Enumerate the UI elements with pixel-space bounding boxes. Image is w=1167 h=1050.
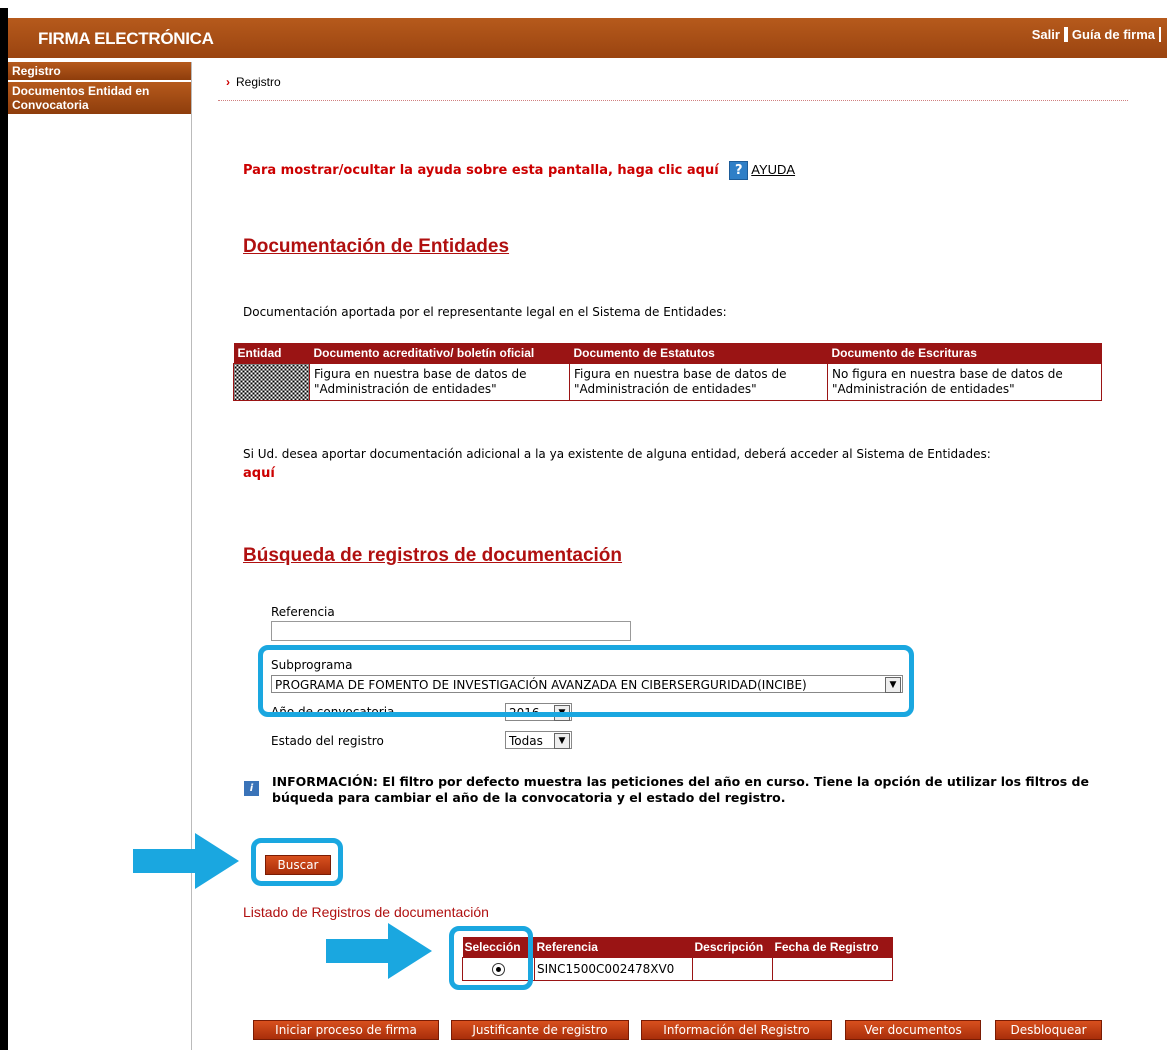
informacion-registro-button[interactable]: Información del Registro	[641, 1020, 832, 1040]
info-text: INFORMACIÓN: El filtro por defecto muest…	[272, 774, 1089, 805]
breadcrumb: › Registro	[226, 75, 281, 89]
signing-guide-link[interactable]: Guía de firma	[1065, 27, 1161, 42]
estado-label: Estado del registro	[271, 734, 384, 748]
descripcion-cell	[692, 957, 773, 981]
col-referencia: Referencia	[534, 937, 693, 958]
entities-title: Documentación de Entidades	[243, 236, 510, 257]
arrow-right-icon	[326, 923, 432, 979]
highlight-selection	[449, 926, 533, 990]
entities-table: Entidad Documento acreditativo/ boletín …	[233, 343, 1102, 401]
top-margin	[0, 0, 1167, 8]
referencia-cell: SINC1500C002478XV0	[534, 957, 693, 981]
additional-docs-text: Si Ud. desea aportar documentación adici…	[243, 447, 991, 461]
breadcrumb-item[interactable]: Registro	[236, 75, 281, 89]
estado-select[interactable]: Todas ▼	[505, 731, 572, 749]
sidebar: Registro Documentos Entidad en Convocato…	[8, 62, 192, 1050]
estado-value: Todas	[509, 734, 543, 748]
divider	[218, 100, 1128, 101]
table-cell: Figura en nuestra base de datos de "Admi…	[309, 363, 570, 401]
ver-documentos-button[interactable]: Ver documentos	[845, 1020, 981, 1040]
sidebar-item-registro[interactable]: Registro	[8, 62, 191, 80]
aqui-link[interactable]: aquí	[243, 466, 275, 481]
fecha-cell	[772, 957, 893, 981]
app-title: FIRMA ELECTRÓNICA	[38, 29, 214, 48]
entities-intro: Documentación aportada por el representa…	[243, 305, 727, 319]
justificante-button[interactable]: Justificante de registro	[451, 1020, 629, 1040]
sidebar-item-documentos[interactable]: Documentos Entidad en Convocatoria	[8, 82, 191, 114]
arrow-right-icon	[133, 833, 239, 889]
search-title: Búsqueda de registros de documentación	[243, 545, 623, 566]
referencia-input[interactable]	[271, 621, 631, 641]
col-fecha: Fecha de Registro	[772, 937, 893, 958]
col-doc-estatutos: Documento de Estatutos	[569, 343, 828, 364]
table-row: Figura en nuestra base de datos de "Admi…	[233, 363, 1102, 401]
help-link[interactable]: AYUDA	[751, 162, 795, 177]
left-border	[0, 8, 8, 1050]
table-cell: No figura en nuestra base de datos de "A…	[827, 363, 1102, 401]
chevron-right-icon: ›	[226, 75, 230, 89]
header-links: Salir Guía de firma	[1027, 27, 1161, 42]
col-descripcion: Descripción	[692, 937, 773, 958]
logout-link[interactable]: Salir	[1027, 27, 1066, 42]
help-toggle: Para mostrar/ocultar la ayuda sobre esta…	[243, 161, 795, 180]
referencia-label: Referencia	[271, 605, 335, 619]
app-header: FIRMA ELECTRÓNICA Salir Guía de firma	[8, 18, 1167, 58]
results-title: Listado de Registros de documentación	[243, 904, 489, 920]
highlight-subprograma	[258, 645, 914, 717]
col-doc-escrituras: Documento de Escrituras	[827, 343, 1102, 364]
entity-image	[233, 363, 310, 401]
table-cell: Figura en nuestra base de datos de "Admi…	[569, 363, 828, 401]
help-text[interactable]: Para mostrar/ocultar la ayuda sobre esta…	[243, 163, 719, 178]
desbloquear-button[interactable]: Desbloquear	[995, 1020, 1102, 1040]
chevron-down-icon: ▼	[554, 733, 570, 749]
col-entidad: Entidad	[233, 343, 310, 364]
page: FIRMA ELECTRÓNICA Salir Guía de firma Reg…	[0, 0, 1167, 1050]
col-doc-acreditativo: Documento acreditativo/ boletín oficial	[309, 343, 570, 364]
iniciar-firma-button[interactable]: Iniciar proceso de firma	[253, 1020, 439, 1040]
highlight-buscar	[251, 838, 343, 886]
info-icon: i	[244, 781, 259, 796]
question-icon[interactable]: ?	[729, 161, 749, 180]
